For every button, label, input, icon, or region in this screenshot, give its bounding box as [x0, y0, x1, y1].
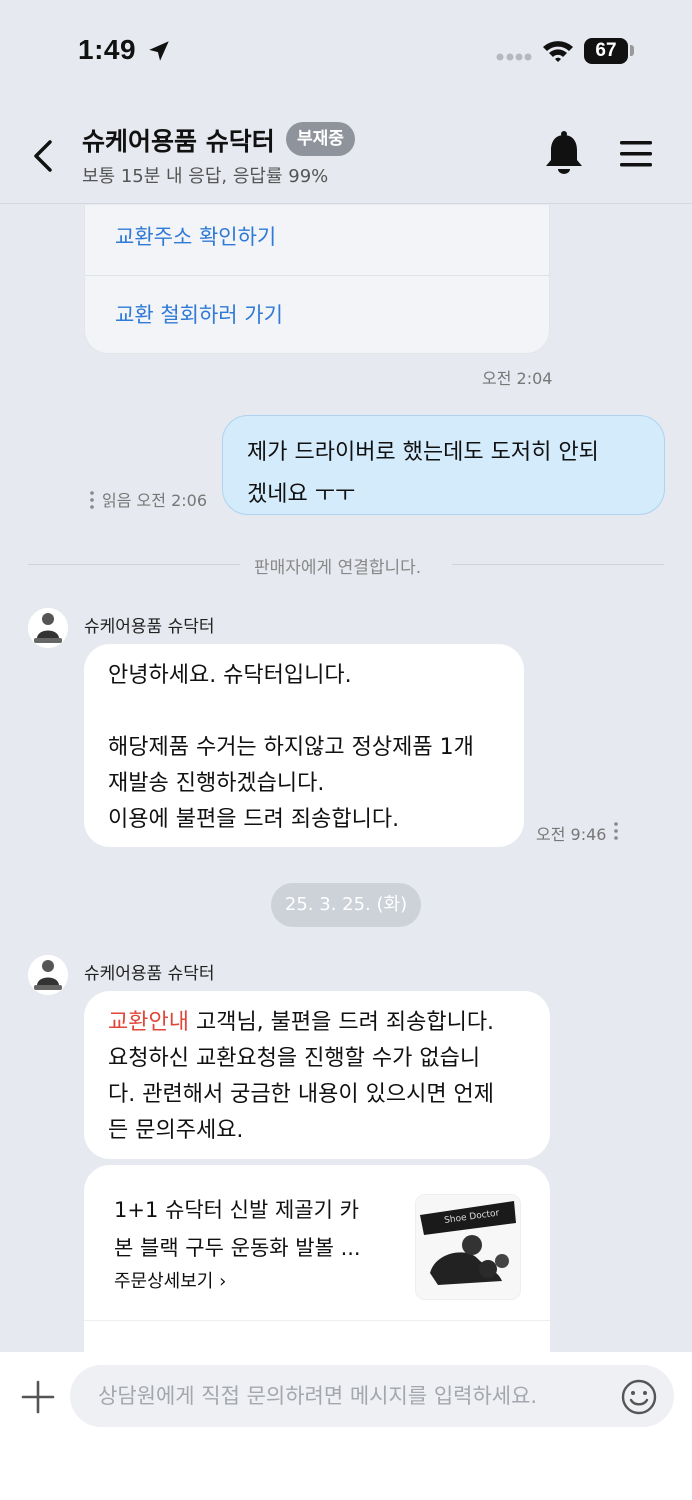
message-time: 오전 2:04	[482, 369, 553, 388]
product-image: Shoe Doctor	[416, 1195, 520, 1299]
seller-name-title: 슈케어용품 슈닥터	[82, 127, 275, 156]
status-badge: 부재중	[286, 122, 355, 156]
divider-line	[28, 564, 240, 565]
battery-indicator: 67	[584, 38, 628, 64]
signal-dots-icon	[496, 53, 532, 61]
sender-name: 슈케어용품 슈닥터	[84, 964, 215, 984]
chat-header: 슈케어용품 슈닥터 부재중 보통 15분 내 응답, 응답률 99%	[0, 104, 692, 204]
my-message-bubble: 제가 드라이버로 했는데도 도저히 안되 겠네요 ㅜㅜ	[222, 415, 665, 515]
response-rate-subtitle: 보통 15분 내 응답, 응답률 99%	[82, 166, 329, 187]
exchange-notice-tag: 교환안내	[108, 1010, 189, 1035]
my-message-line: 겠네요 ㅜㅜ	[247, 482, 356, 507]
seller-avatar-image	[28, 955, 68, 995]
seller-message-bubble: 안녕하세요. 슈닥터입니다. 해당제품 수거는 하지않고 정상제품 1개 재발송…	[84, 644, 524, 847]
system-notice: 판매자에게 연결합니다.	[254, 558, 422, 578]
product-name-line: 1+1 슈닥터 신발 제골기 카	[114, 1198, 359, 1222]
more-vertical-icon[interactable]	[614, 822, 618, 840]
order-card[interactable]: 1+1 슈닥터 신발 제골기 카 본 블랙 구두 운동화 발볼 ... 주문상세…	[84, 1165, 550, 1352]
message-time: 오전 9:46	[536, 825, 607, 844]
seller-message-text: 안녕하세요. 슈닥터입니다. 해당제품 수거는 하지않고 정상제품 1개 재발송…	[108, 663, 474, 832]
bell-icon[interactable]	[542, 130, 586, 176]
seller-message-text: 교환안내 고객님, 불편을 드려 죄송합니다. 요청하신 교환요청을 진행할 수…	[108, 1005, 530, 1149]
hamburger-menu-icon[interactable]	[618, 136, 654, 172]
product-name: 1+1 슈닥터 신발 제골기 카 본 블랙 구두 운동화 발볼 ...	[114, 1191, 394, 1267]
seller-message-bubble: 교환안내 고객님, 불편을 드려 죄송합니다. 요청하신 교환요청을 진행할 수…	[84, 991, 550, 1159]
card-divider	[84, 1320, 550, 1321]
smile-icon[interactable]	[620, 1378, 658, 1416]
chat-scroll-area[interactable]: 교환주소 확인하기 교환 철회하러 가기 오전 2:04 제가 드라이버로 했는…	[0, 205, 692, 1352]
more-vertical-icon[interactable]	[90, 491, 94, 509]
status-time: 1:49	[78, 34, 137, 65]
product-name-line: 본 블랙 구두 운동화 발볼 ...	[114, 1236, 361, 1260]
location-arrow-icon	[149, 41, 169, 61]
date-divider: 25. 3. 25. (화)	[271, 883, 421, 927]
plus-icon[interactable]	[20, 1379, 56, 1415]
status-bar: 1:49 67	[0, 0, 692, 104]
sender-name: 슈케어용품 슈닥터	[84, 617, 215, 637]
order-detail-link[interactable]: 주문상세보기 ›	[114, 1267, 226, 1293]
seller-avatar-image	[28, 608, 68, 648]
message-input[interactable]	[70, 1365, 674, 1427]
battery-tip	[630, 45, 634, 56]
message-input-bar	[0, 1352, 692, 1500]
my-message-line: 제가 드라이버로 했는데도 도저히 안되	[247, 440, 599, 465]
chevron-left-icon[interactable]	[26, 136, 62, 176]
cancel-exchange-link[interactable]: 교환 철회하러 가기	[115, 299, 283, 329]
message-time: 오전 2:06	[136, 491, 208, 510]
read-meta: 읽음 오전 2:06	[90, 487, 207, 511]
seller-avatar[interactable]	[28, 608, 68, 648]
seller-avatar[interactable]	[28, 955, 68, 995]
divider-line	[452, 564, 664, 565]
card-divider	[85, 275, 551, 276]
wifi-icon	[543, 41, 573, 62]
product-thumbnail[interactable]: Shoe Doctor	[415, 1194, 521, 1300]
check-exchange-address-link[interactable]: 교환주소 확인하기	[115, 221, 276, 251]
read-label: 읽음	[102, 491, 132, 510]
link-card: 교환주소 확인하기 교환 철회하러 가기	[84, 205, 551, 354]
